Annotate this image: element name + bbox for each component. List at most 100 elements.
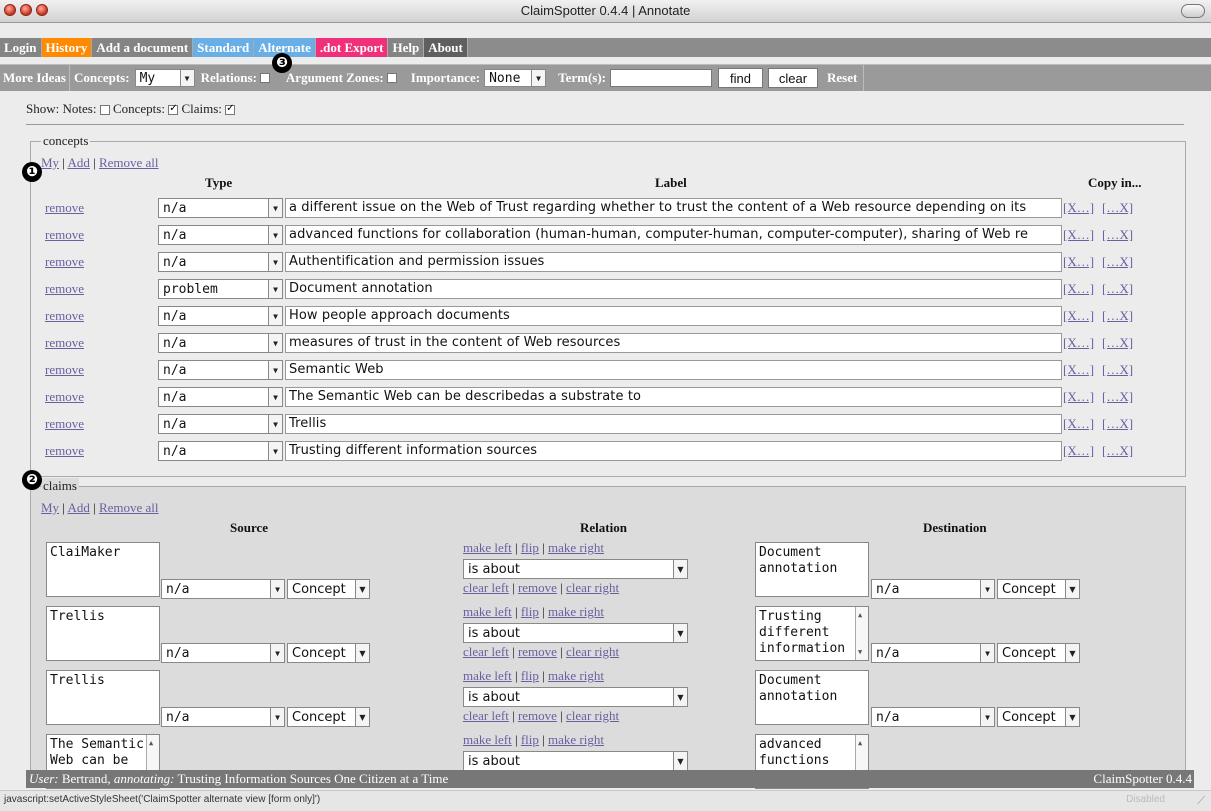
nav-item-about[interactable]: About <box>424 38 468 57</box>
show-notes-checkbox[interactable] <box>99 105 110 116</box>
concept-label-field[interactable]: Trusting different information sources <box>285 441 1062 461</box>
copy-left-link[interactable]: [X…] <box>1063 227 1094 243</box>
concept-label-field[interactable]: How people approach documents <box>285 306 1062 326</box>
concept-type-select[interactable]: problem ▼ <box>158 279 283 299</box>
concept-type-select[interactable]: n/a ▼ <box>158 441 283 461</box>
claim-source-type-select[interactable]: n/a ▼ <box>161 643 285 663</box>
concept-type-select[interactable]: n/a ▼ <box>158 387 283 407</box>
make-right-link[interactable]: make right <box>548 732 604 747</box>
copy-left-link[interactable]: [X…] <box>1063 254 1094 270</box>
concept-type-select[interactable]: n/a ▼ <box>158 252 283 272</box>
claim-source-kind-select[interactable]: Concept ▼ <box>287 643 370 663</box>
copy-right-link[interactable]: […X] <box>1102 362 1133 378</box>
remove-claim-link[interactable]: remove <box>518 708 557 723</box>
concept-type-select[interactable]: n/a ▼ <box>158 306 283 326</box>
make-left-link[interactable]: make left <box>463 540 512 555</box>
concept-label-field[interactable]: a different issue on the Web of Trust re… <box>285 198 1062 218</box>
concept-label-field[interactable]: Document annotation <box>285 279 1062 299</box>
nav-item-standard[interactable]: Standard <box>193 38 255 57</box>
show-claims-checkbox[interactable] <box>225 103 236 116</box>
clear-right-link[interactable]: clear right <box>566 708 619 723</box>
claim-source-type-select[interactable]: n/a ▼ <box>161 707 285 727</box>
clear-left-link[interactable]: clear left <box>463 708 509 723</box>
clear-left-link[interactable]: clear left <box>463 580 509 595</box>
make-right-link[interactable]: make right <box>548 540 604 555</box>
claims-remove-all-link[interactable]: Remove all <box>99 500 159 515</box>
make-left-link[interactable]: make left <box>463 604 512 619</box>
relation-select[interactable]: is about ▼ <box>463 559 688 579</box>
copy-right-link[interactable]: […X] <box>1102 335 1133 351</box>
claim-destination-type-select[interactable]: n/a ▼ <box>871 643 995 663</box>
claims-my-link[interactable]: My <box>41 500 59 515</box>
copy-left-link[interactable]: [X…] <box>1063 200 1094 216</box>
concept-label-field[interactable]: measures of trust in the content of Web … <box>285 333 1062 353</box>
copy-right-link[interactable]: […X] <box>1102 227 1133 243</box>
clear-button[interactable]: clear <box>768 68 818 88</box>
find-button[interactable]: find <box>718 68 763 88</box>
relations-checkbox[interactable] <box>259 73 270 83</box>
more-ideas-button[interactable]: More Ideas <box>0 65 70 91</box>
remove-concept-link[interactable]: remove <box>45 200 84 216</box>
copy-right-link[interactable]: […X] <box>1102 254 1133 270</box>
remove-claim-link[interactable]: remove <box>518 580 557 595</box>
relation-select[interactable]: is about ▼ <box>463 623 688 643</box>
remove-concept-link[interactable]: remove <box>45 362 84 378</box>
copy-left-link[interactable]: [X…] <box>1063 281 1094 297</box>
claim-destination-type-select[interactable]: n/a ▼ <box>871 579 995 599</box>
claim-source-field[interactable]: ClaiMaker <box>46 542 160 597</box>
toolbar-toggle-button[interactable] <box>1181 4 1205 18</box>
clear-right-link[interactable]: clear right <box>566 580 619 595</box>
copy-left-link[interactable]: [X…] <box>1063 308 1094 324</box>
claim-destination-field[interactable]: Document annotation <box>755 670 869 725</box>
flip-link[interactable]: flip <box>521 540 539 555</box>
flip-link[interactable]: flip <box>521 732 539 747</box>
claim-source-type-select[interactable]: n/a ▼ <box>161 579 285 599</box>
clear-right-link[interactable]: clear right <box>566 644 619 659</box>
make-right-link[interactable]: make right <box>548 604 604 619</box>
make-left-link[interactable]: make left <box>463 668 512 683</box>
relation-select[interactable]: is about ▼ <box>463 751 688 771</box>
remove-concept-link[interactable]: remove <box>45 254 84 270</box>
claims-add-link[interactable]: Add <box>67 500 89 515</box>
clear-left-link[interactable]: clear left <box>463 644 509 659</box>
concepts-remove-all-link[interactable]: Remove all <box>99 155 159 170</box>
copy-left-link[interactable]: [X…] <box>1063 416 1094 432</box>
remove-concept-link[interactable]: remove <box>45 416 84 432</box>
claim-destination-type-select[interactable]: n/a ▼ <box>871 707 995 727</box>
resize-grip-icon[interactable]: ⟋ <box>1197 795 1205 808</box>
scrollbar[interactable] <box>855 607 868 660</box>
remove-concept-link[interactable]: remove <box>45 335 84 351</box>
nav-item-login[interactable]: Login <box>0 38 42 57</box>
nav-item-history[interactable]: History <box>41 38 93 57</box>
terms-input[interactable] <box>610 69 712 87</box>
claim-destination-kind-select[interactable]: Concept ▼ <box>997 707 1080 727</box>
nav-item-dot-export[interactable]: .dot Export <box>315 38 389 57</box>
remove-concept-link[interactable]: remove <box>45 308 84 324</box>
concepts-add-link[interactable]: Add <box>67 155 89 170</box>
nav-item-add-a-document[interactable]: Add a document <box>92 38 194 57</box>
make-left-link[interactable]: make left <box>463 732 512 747</box>
copy-left-link[interactable]: [X…] <box>1063 443 1094 459</box>
concept-type-select[interactable]: n/a ▼ <box>158 333 283 353</box>
flip-link[interactable]: flip <box>521 668 539 683</box>
nav-item-help[interactable]: Help <box>388 38 425 57</box>
flip-link[interactable]: flip <box>521 604 539 619</box>
concept-label-field[interactable]: Semantic Web <box>285 360 1062 380</box>
concept-type-select[interactable]: n/a ▼ <box>158 225 283 245</box>
copy-right-link[interactable]: […X] <box>1102 281 1133 297</box>
claim-source-field[interactable]: Trellis <box>46 606 160 661</box>
concept-label-field[interactable]: Trellis <box>285 414 1062 434</box>
claim-destination-kind-select[interactable]: Concept ▼ <box>997 579 1080 599</box>
concept-label-field[interactable]: The Semantic Web can be describedas a su… <box>285 387 1062 407</box>
claim-source-kind-select[interactable]: Concept ▼ <box>287 579 370 599</box>
claim-source-kind-select[interactable]: Concept ▼ <box>287 707 370 727</box>
copy-left-link[interactable]: [X…] <box>1063 389 1094 405</box>
show-concepts-checkbox[interactable] <box>168 103 179 116</box>
remove-concept-link[interactable]: remove <box>45 227 84 243</box>
copy-left-link[interactable]: [X…] <box>1063 335 1094 351</box>
concepts-my-link[interactable]: My <box>41 155 59 170</box>
copy-right-link[interactable]: […X] <box>1102 389 1133 405</box>
claim-destination-field[interactable]: Trusting different information <box>755 606 869 661</box>
reset-button[interactable]: Reset <box>827 65 865 91</box>
copy-left-link[interactable]: [X…] <box>1063 362 1094 378</box>
